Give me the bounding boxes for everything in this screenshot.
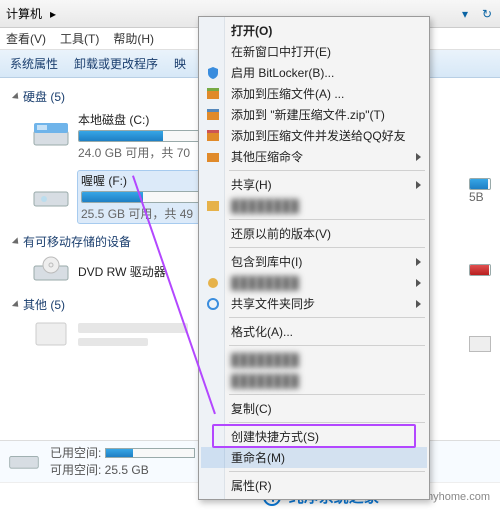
submenu-arrow-icon [416,258,421,266]
ctx-redacted[interactable]: ████████ [201,349,427,370]
ctx-open-new-window[interactable]: 在新窗口中打开(E) [201,41,427,62]
ctx-other-zip[interactable]: 其他压缩命令 [201,146,427,167]
section-removable-label: 有可移动存储的设备 [23,233,131,250]
ctx-properties[interactable]: 属性(R) [201,475,427,496]
drive-c-usage-bar [78,130,208,142]
menu-tools[interactable]: 工具(T) [60,30,99,47]
generic-icon [32,319,70,349]
status-used-label: 已用空间: [50,445,101,461]
generic-icon [205,198,221,214]
sync-icon [205,296,221,312]
ctx-redacted[interactable]: ████████ [201,272,427,293]
ctx-copy[interactable]: 复制(C) [201,398,427,419]
drive-icon [32,121,70,151]
drive-f-name: 喔喔 (F:) [81,172,215,189]
ctx-rename[interactable]: 重命名(M) [201,447,427,468]
ctx-restore-previous[interactable]: 还原以前的版本(V) [201,223,427,244]
toolbar-uninstall[interactable]: 卸载或更改程序 [74,55,158,72]
ctx-share[interactable]: 共享(H) [201,174,427,195]
side-cut-label: 5B [469,190,484,204]
shield-icon [205,65,221,81]
redacted-text [78,323,188,333]
refresh-icon[interactable]: ↻ [480,7,494,21]
ctx-include-in-library[interactable]: 包含到库中(I) [201,251,427,272]
context-menu: 打开(O) 在新窗口中打开(E) 启用 BitLocker(B)... 添加到压… [198,16,430,500]
drive-c-sub: 24.0 GB 可用，共 70 [78,144,218,161]
drive-icon [8,448,40,476]
section-hdd-label: 硬盘 (5) [23,88,65,105]
menu-view[interactable]: 查看(V) [6,30,46,47]
drive-f-sub: 25.5 GB 可用，共 49 [81,205,215,222]
status-free-label: 可用空间: 25.5 GB [50,462,195,478]
submenu-arrow-icon [416,153,421,161]
generic-icon [205,275,221,291]
submenu-arrow-icon [416,181,421,189]
right-edge-cut: 5B [466,178,494,352]
toolbar-map-drive-cut[interactable]: 映 [174,55,186,72]
ctx-redacted[interactable]: ████████ [201,195,427,216]
dvd-icon [32,256,70,286]
ctx-sync-shared[interactable]: 共享文件夹同步 [201,293,427,314]
section-other-label: 其他 (5) [23,296,65,313]
submenu-arrow-icon [416,300,421,308]
ctx-zip-send-qq[interactable]: 添加到压缩文件并发送给QQ好友 [201,125,427,146]
drive-f-usage-bar [81,191,211,203]
ctx-add-to-archive[interactable]: 添加到压缩文件(A) ... [201,83,427,104]
ctx-redacted[interactable]: ████████ [201,370,427,391]
ctx-format[interactable]: 格式化(A)... [201,321,427,342]
archive-icon [205,149,221,165]
ctx-open[interactable]: 打开(O) [201,20,427,41]
expand-icon [12,92,21,101]
drive-c-name: 本地磁盘 (C:) [78,111,218,128]
ctx-bitlocker[interactable]: 启用 BitLocker(B)... [201,62,427,83]
archive-icon [205,107,221,123]
toolbar-system-properties[interactable]: 系统属性 [10,55,58,72]
drive-dvd-name: DVD RW 驱动器 [78,263,218,280]
drive-icon [32,182,70,212]
expand-icon [12,237,21,246]
chevron-right-icon: ▸ [50,7,56,21]
dropdown-icon[interactable]: ▾ [458,7,472,21]
archive-icon [205,86,221,102]
menu-help[interactable]: 帮助(H) [113,30,154,47]
redacted-text [78,338,148,346]
archive-icon [205,128,221,144]
submenu-arrow-icon [416,279,421,287]
ctx-add-to-named-zip[interactable]: 添加到 "新建压缩文件.zip"(T) [201,104,427,125]
ctx-create-shortcut[interactable]: 创建快捷方式(S) [201,426,427,447]
expand-icon [12,300,21,309]
status-usage-bar [105,448,195,458]
breadcrumb[interactable]: 计算机 [6,5,42,22]
